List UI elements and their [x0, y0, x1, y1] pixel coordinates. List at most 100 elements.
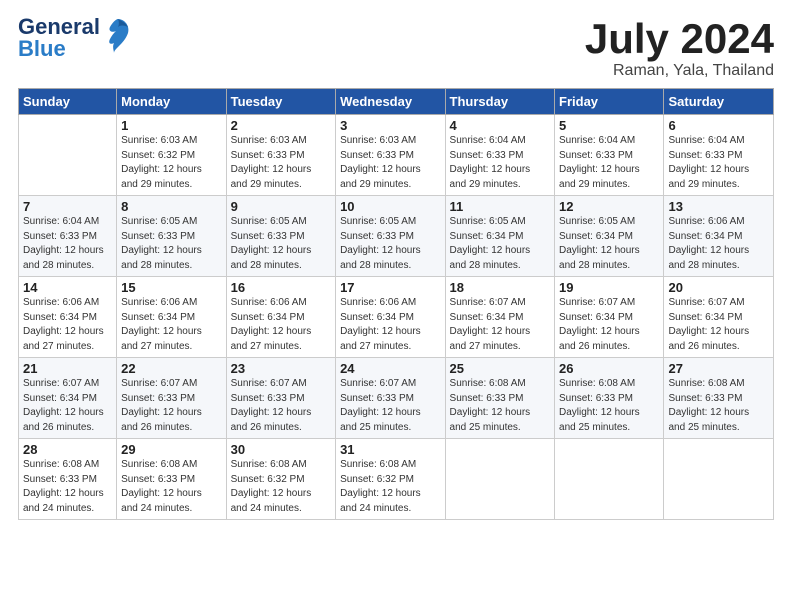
- day-cell: 9Sunrise: 6:05 AM Sunset: 6:33 PM Daylig…: [226, 196, 335, 277]
- day-info: Sunrise: 6:06 AM Sunset: 6:34 PM Dayligh…: [340, 296, 440, 354]
- logo-bird-icon: [104, 17, 132, 59]
- day-info: Sunrise: 6:04 AM Sunset: 6:33 PM Dayligh…: [559, 134, 659, 192]
- day-number: 22: [121, 361, 221, 376]
- day-number: 5: [559, 118, 659, 133]
- day-cell: 26Sunrise: 6:08 AM Sunset: 6:33 PM Dayli…: [555, 358, 664, 439]
- day-info: Sunrise: 6:07 AM Sunset: 6:34 PM Dayligh…: [450, 296, 550, 354]
- title-block: July 2024 Raman, Yala, Thailand: [585, 16, 774, 80]
- day-number: 26: [559, 361, 659, 376]
- day-number: 19: [559, 280, 659, 295]
- day-number: 4: [450, 118, 550, 133]
- day-number: 16: [231, 280, 331, 295]
- week-row-1: 1Sunrise: 6:03 AM Sunset: 6:32 PM Daylig…: [19, 115, 774, 196]
- page: General Blue July 2024 Raman, Yala, Thai…: [0, 0, 792, 612]
- day-number: 15: [121, 280, 221, 295]
- location: Raman, Yala, Thailand: [585, 62, 774, 80]
- day-number: 13: [668, 199, 769, 214]
- day-number: 1: [121, 118, 221, 133]
- day-cell: 8Sunrise: 6:05 AM Sunset: 6:33 PM Daylig…: [117, 196, 226, 277]
- day-number: 18: [450, 280, 550, 295]
- day-cell: 2Sunrise: 6:03 AM Sunset: 6:33 PM Daylig…: [226, 115, 335, 196]
- logo: General Blue: [18, 16, 132, 60]
- day-cell: 7Sunrise: 6:04 AM Sunset: 6:33 PM Daylig…: [19, 196, 117, 277]
- day-info: Sunrise: 6:06 AM Sunset: 6:34 PM Dayligh…: [121, 296, 221, 354]
- day-number: 20: [668, 280, 769, 295]
- day-info: Sunrise: 6:04 AM Sunset: 6:33 PM Dayligh…: [450, 134, 550, 192]
- day-info: Sunrise: 6:06 AM Sunset: 6:34 PM Dayligh…: [668, 215, 769, 273]
- day-cell: 15Sunrise: 6:06 AM Sunset: 6:34 PM Dayli…: [117, 277, 226, 358]
- week-row-3: 14 Sunrise: 6:06 AM Sunset: 6:34 PM Dayli…: [19, 277, 774, 358]
- day-info: Sunrise: 6:04 AM Sunset: 6:33 PM Dayligh…: [668, 134, 769, 192]
- day-info: Sunrise: 6:05 AM Sunset: 6:33 PM Dayligh…: [340, 215, 440, 273]
- day-cell: 29Sunrise: 6:08 AM Sunset: 6:33 PM Dayli…: [117, 439, 226, 520]
- day-cell: 5Sunrise: 6:04 AM Sunset: 6:33 PM Daylig…: [555, 115, 664, 196]
- day-number: 31: [340, 442, 440, 457]
- day-number: 9: [231, 199, 331, 214]
- day-cell: 31Sunrise: 6:08 AM Sunset: 6:32 PM Dayli…: [336, 439, 445, 520]
- day-cell: 16Sunrise: 6:06 AM Sunset: 6:34 PM Dayli…: [226, 277, 335, 358]
- day-cell: [445, 439, 554, 520]
- day-info: Sunrise: 6:08 AM Sunset: 6:32 PM Dayligh…: [231, 458, 331, 516]
- day-info: Sunrise: 6:07 AM Sunset: 6:33 PM Dayligh…: [121, 377, 221, 435]
- day-number: 7: [23, 199, 112, 214]
- day-cell: 24Sunrise: 6:07 AM Sunset: 6:33 PM Dayli…: [336, 358, 445, 439]
- day-info: Sunrise: 6:07 AM Sunset: 6:33 PM Dayligh…: [231, 377, 331, 435]
- day-info: Sunrise: 6:05 AM Sunset: 6:33 PM Dayligh…: [231, 215, 331, 273]
- day-cell: 17Sunrise: 6:06 AM Sunset: 6:34 PM Dayli…: [336, 277, 445, 358]
- day-cell: 10Sunrise: 6:05 AM Sunset: 6:33 PM Dayli…: [336, 196, 445, 277]
- day-cell: 22Sunrise: 6:07 AM Sunset: 6:33 PM Dayli…: [117, 358, 226, 439]
- week-row-5: 28 Sunrise: 6:08 AM Sunset: 6:33 PM Dayli…: [19, 439, 774, 520]
- week-row-2: 7Sunrise: 6:04 AM Sunset: 6:33 PM Daylig…: [19, 196, 774, 277]
- day-number: 6: [668, 118, 769, 133]
- day-cell: 12Sunrise: 6:05 AM Sunset: 6:34 PM Dayli…: [555, 196, 664, 277]
- week-row-4: 21Sunrise: 6:07 AM Sunset: 6:34 PM Dayli…: [19, 358, 774, 439]
- day-cell: 3Sunrise: 6:03 AM Sunset: 6:33 PM Daylig…: [336, 115, 445, 196]
- day-cell: 28Sunrise: 6:08 AM Sunset: 6:33 PM Dayli…: [19, 439, 117, 520]
- day-cell: 23Sunrise: 6:07 AM Sunset: 6:33 PM Dayli…: [226, 358, 335, 439]
- day-number: 3: [340, 118, 440, 133]
- day-header-sunday: Sunday: [19, 89, 117, 115]
- day-number: 25: [450, 361, 550, 376]
- day-header-thursday: Thursday: [445, 89, 554, 115]
- day-info: Sunrise: 6:03 AM Sunset: 6:32 PM Dayligh…: [121, 134, 221, 192]
- day-cell: 1Sunrise: 6:03 AM Sunset: 6:32 PM Daylig…: [117, 115, 226, 196]
- day-cell: 30Sunrise: 6:08 AM Sunset: 6:32 PM Dayli…: [226, 439, 335, 520]
- day-cell: [19, 115, 117, 196]
- day-info: Sunrise: 6:07 AM Sunset: 6:33 PM Dayligh…: [340, 377, 440, 435]
- day-number: 12: [559, 199, 659, 214]
- day-cell: 14Sunrise: 6:06 AM Sunset: 6:34 PM Dayli…: [19, 277, 117, 358]
- day-info: Sunrise: 6:04 AM Sunset: 6:33 PM Dayligh…: [23, 215, 112, 273]
- day-info: Sunrise: 6:08 AM Sunset: 6:33 PM Dayligh…: [121, 458, 221, 516]
- day-cell: 18Sunrise: 6:07 AM Sunset: 6:34 PM Dayli…: [445, 277, 554, 358]
- day-info: Sunrise: 6:07 AM Sunset: 6:34 PM Dayligh…: [23, 377, 112, 435]
- day-info: Sunrise: 6:08 AM Sunset: 6:32 PM Dayligh…: [340, 458, 440, 516]
- day-number: 24: [340, 361, 440, 376]
- day-number: 27: [668, 361, 769, 376]
- day-info: Sunrise: 6:08 AM Sunset: 6:33 PM Dayligh…: [668, 377, 769, 435]
- day-header-saturday: Saturday: [664, 89, 774, 115]
- day-info: Sunrise: 6:07 AM Sunset: 6:34 PM Dayligh…: [668, 296, 769, 354]
- day-cell: 4Sunrise: 6:04 AM Sunset: 6:33 PM Daylig…: [445, 115, 554, 196]
- calendar-header-row: SundayMondayTuesdayWednesdayThursdayFrid…: [19, 89, 774, 115]
- day-header-monday: Monday: [117, 89, 226, 115]
- day-info: Sunrise: 6:08 AM Sunset: 6:33 PM Dayligh…: [450, 377, 550, 435]
- day-cell: 20Sunrise: 6:07 AM Sunset: 6:34 PM Dayli…: [664, 277, 774, 358]
- day-info: Sunrise: 6:07 AM Sunset: 6:34 PM Dayligh…: [559, 296, 659, 354]
- day-number: 2: [231, 118, 331, 133]
- day-info: Sunrise: 6:06 AM Sunset: 6:34 PM Dayligh…: [231, 296, 331, 354]
- day-cell: 19Sunrise: 6:07 AM Sunset: 6:34 PM Dayli…: [555, 277, 664, 358]
- day-number: 14: [23, 280, 112, 295]
- day-info: Sunrise: 6:03 AM Sunset: 6:33 PM Dayligh…: [231, 134, 331, 192]
- month-title: July 2024: [585, 16, 774, 62]
- logo-general: General: [18, 16, 100, 38]
- day-number: 21: [23, 361, 112, 376]
- day-number: 23: [231, 361, 331, 376]
- day-cell: 25Sunrise: 6:08 AM Sunset: 6:33 PM Dayli…: [445, 358, 554, 439]
- day-info: Sunrise: 6:05 AM Sunset: 6:34 PM Dayligh…: [559, 215, 659, 273]
- day-info: Sunrise: 6:03 AM Sunset: 6:33 PM Dayligh…: [340, 134, 440, 192]
- day-cell: 13Sunrise: 6:06 AM Sunset: 6:34 PM Dayli…: [664, 196, 774, 277]
- day-number: 28: [23, 442, 112, 457]
- day-cell: 27Sunrise: 6:08 AM Sunset: 6:33 PM Dayli…: [664, 358, 774, 439]
- day-cell: [555, 439, 664, 520]
- day-header-tuesday: Tuesday: [226, 89, 335, 115]
